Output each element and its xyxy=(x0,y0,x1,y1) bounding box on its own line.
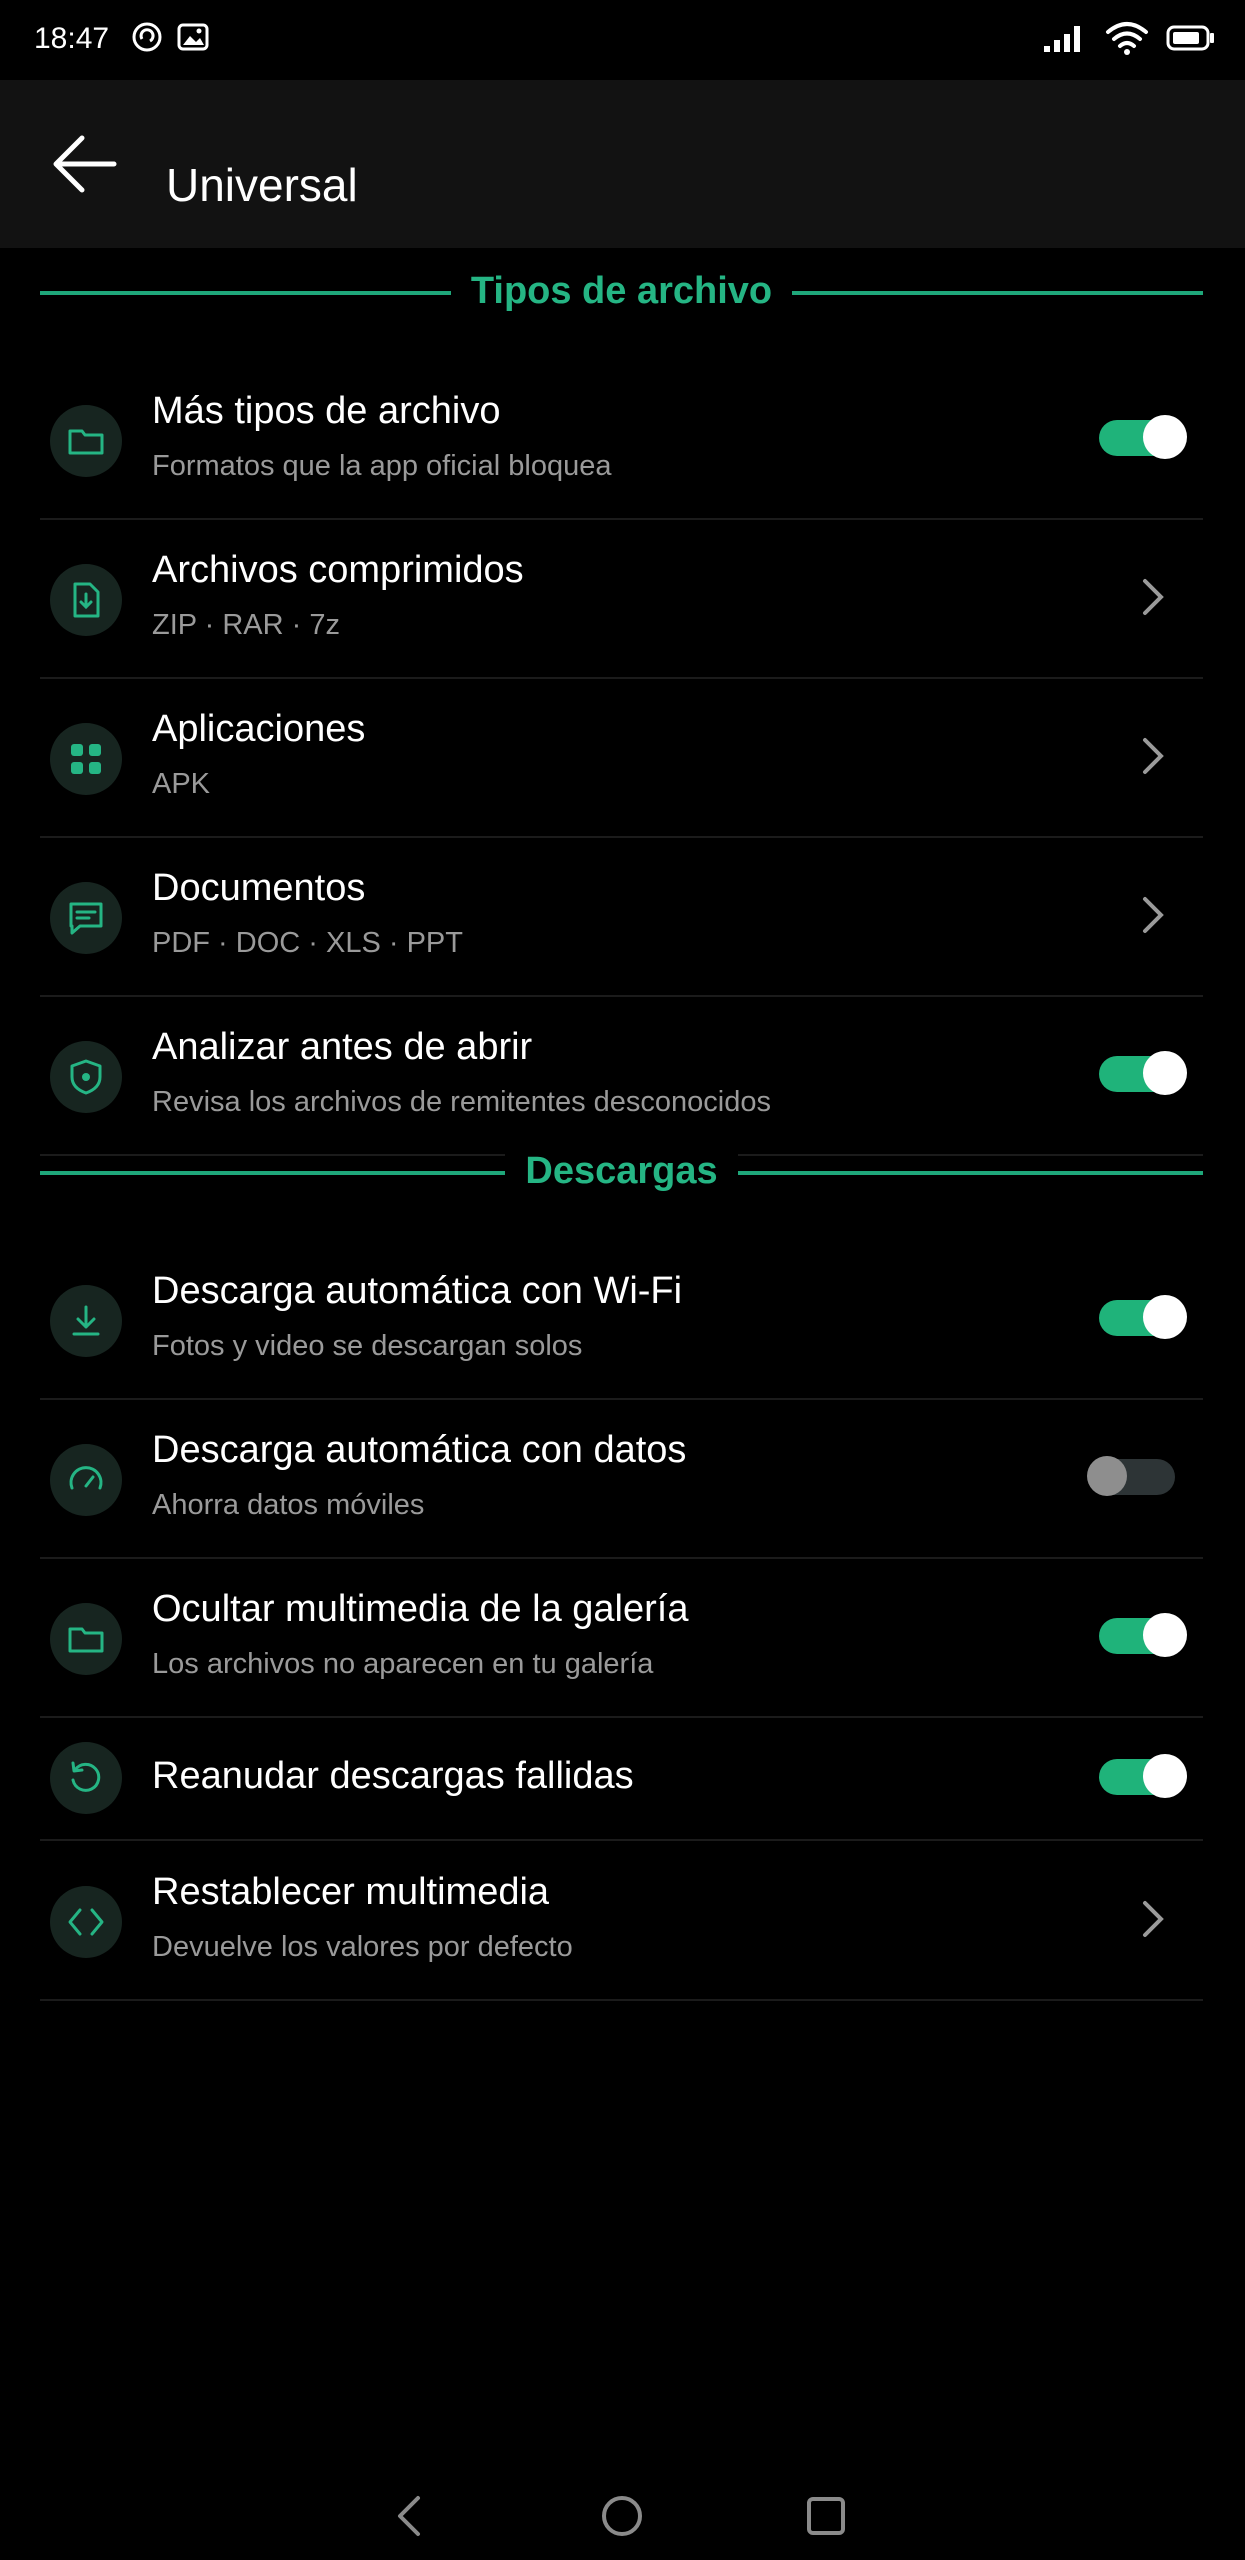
file-download-icon xyxy=(50,564,122,636)
recents-square-icon xyxy=(807,2497,845,2535)
settings-row-scan-before-open[interactable]: Analizar antes de abrir Revisa los archi… xyxy=(40,996,1203,1156)
settings-row-resume-downloads[interactable]: Reanudar descargas fallidas xyxy=(40,1717,1203,1841)
row-title: Restablecer multimedia xyxy=(152,1871,550,1913)
row-subtitle: Fotos y video se descargan solos xyxy=(152,1330,583,1362)
nav-back-button[interactable] xyxy=(382,2488,438,2544)
sync-icon xyxy=(130,20,164,59)
chevron-right-icon xyxy=(1143,897,1164,933)
folder-icon xyxy=(50,1603,122,1675)
toggle-switch[interactable] xyxy=(1087,1456,1175,1497)
row-subtitle: PDF · DOC · XLS · PPT xyxy=(152,927,463,959)
toggle-switch[interactable] xyxy=(1099,415,1187,459)
page-title: Universal xyxy=(166,159,358,211)
settings-row-applications[interactable]: Aplicaciones APK xyxy=(40,678,1203,838)
back-triangle-icon xyxy=(398,2496,420,2536)
row-title: Documentos xyxy=(152,867,366,909)
toggle-switch[interactable] xyxy=(1099,1295,1187,1339)
download-icon xyxy=(50,1285,122,1357)
section-header-downloads: Descargas xyxy=(40,1142,1203,1202)
folder-icon xyxy=(50,405,122,477)
arrow-left-icon xyxy=(53,135,117,193)
row-title: Aplicaciones xyxy=(152,708,366,750)
row-title: Ocultar multimedia de la galería xyxy=(152,1588,689,1630)
chevron-right-icon xyxy=(1143,1901,1164,1937)
toggle-switch[interactable] xyxy=(1099,1613,1187,1657)
message-icon xyxy=(50,882,122,954)
chevron-right-icon xyxy=(1143,579,1164,615)
app-bar: Universal xyxy=(0,80,1245,248)
row-subtitle: Ahorra datos móviles xyxy=(152,1489,425,1521)
toggle-switch[interactable] xyxy=(1099,1754,1187,1798)
chevron-right-icon xyxy=(1143,738,1164,774)
settings-row-more-file-types[interactable]: Más tipos de archivo Formatos que la app… xyxy=(40,360,1203,520)
home-circle-icon xyxy=(602,2496,642,2536)
nav-home-button[interactable] xyxy=(594,2488,650,2544)
settings-row-compressed-files[interactable]: Archivos comprimidos ZIP · RAR · 7z xyxy=(40,519,1203,679)
settings-row-auto-download-data[interactable]: Descarga automática con datos Ahorra dat… xyxy=(40,1399,1203,1559)
section-title: Descargas xyxy=(505,1150,738,1192)
row-title: Descarga automática con datos xyxy=(152,1429,687,1471)
row-title: Analizar antes de abrir xyxy=(152,1026,533,1068)
status-time: 18:47 xyxy=(34,22,110,55)
row-subtitle: APK xyxy=(152,768,211,800)
signal-icon xyxy=(1040,18,1090,63)
row-title: Reanudar descargas fallidas xyxy=(152,1755,634,1797)
section-header-file-types: Tipos de archivo xyxy=(40,262,1203,322)
row-subtitle: ZIP · RAR · 7z xyxy=(152,609,340,641)
settings-row-auto-download-wifi[interactable]: Descarga automática con Wi-Fi Fotos y vi… xyxy=(40,1240,1203,1400)
apps-icon xyxy=(50,723,122,795)
image-icon xyxy=(176,20,210,59)
row-subtitle: Revisa los archivos de remitentes descon… xyxy=(152,1086,771,1118)
back-button[interactable] xyxy=(40,120,128,208)
status-bar: 18:47 xyxy=(0,0,1245,80)
code-icon xyxy=(50,1886,122,1958)
battery-icon xyxy=(1166,18,1216,63)
row-title: Más tipos de archivo xyxy=(152,390,501,432)
settings-row-documents[interactable]: Documentos PDF · DOC · XLS · PPT xyxy=(40,837,1203,997)
system-nav-bar xyxy=(0,2470,1245,2560)
settings-row-hide-gallery-media[interactable]: Ocultar multimedia de la galería Los arc… xyxy=(40,1558,1203,1718)
row-subtitle: Formatos que la app oficial bloquea xyxy=(152,450,612,482)
row-title: Archivos comprimidos xyxy=(152,549,524,591)
nav-recents-button[interactable] xyxy=(798,2488,854,2544)
wifi-icon xyxy=(1104,18,1150,63)
shield-icon xyxy=(50,1041,122,1113)
row-title: Descarga automática con Wi-Fi xyxy=(152,1270,683,1312)
gauge-icon xyxy=(50,1444,122,1516)
row-subtitle: Los archivos no aparecen en tu galería xyxy=(152,1648,654,1680)
section-title: Tipos de archivo xyxy=(450,270,793,312)
settings-row-reset-media[interactable]: Restablecer multimedia Devuelve los valo… xyxy=(40,1841,1203,2001)
row-subtitle: Devuelve los valores por defecto xyxy=(152,1931,573,1963)
toggle-switch[interactable] xyxy=(1099,1051,1187,1095)
retry-icon xyxy=(50,1742,122,1814)
